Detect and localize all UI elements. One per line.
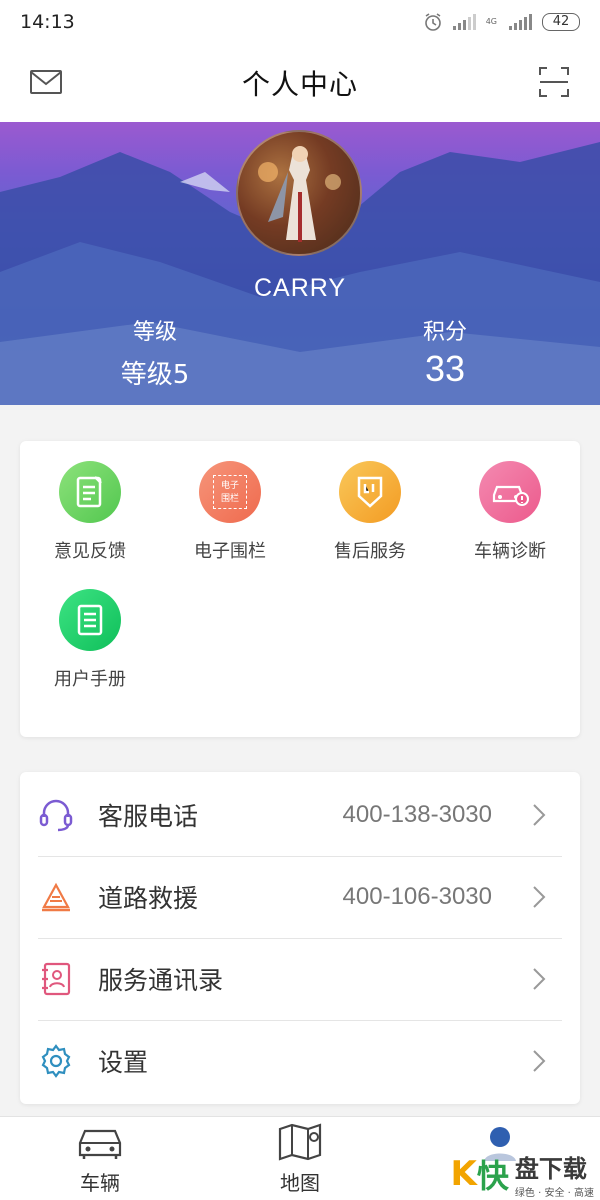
nav-map-label: 地图 — [280, 1171, 320, 1195]
status-bar: 14:13 4G 42 — [0, 0, 600, 44]
car-diagnosis-item[interactable]: 车辆诊断 — [440, 461, 580, 563]
username: CARRY — [253, 274, 347, 302]
watermark-sub: 绿色 · 安全 · 高速 — [514, 1188, 594, 1199]
settings-gear-icon — [41, 1044, 71, 1078]
battery-indicator: 42 — [542, 13, 580, 31]
manual-item[interactable]: 用户手册 — [20, 589, 160, 691]
road-rescue-icon — [42, 882, 70, 912]
customer-service-label: 客服电话 — [98, 802, 199, 831]
contacts-book-icon — [42, 962, 71, 996]
nav-map[interactable]: 地图 — [240, 1123, 360, 1196]
manual-label: 用户手册 — [54, 669, 126, 690]
points-value: 33 — [424, 348, 466, 389]
service-icon — [339, 461, 401, 523]
signal-icon-2 — [509, 14, 532, 30]
service-list: 客服电话 400-138-3030 道路救援 400-106-3030 服务通讯… — [20, 772, 580, 1104]
manual-icon — [59, 589, 121, 651]
feedback-icon — [59, 461, 121, 523]
alarm-icon — [424, 13, 441, 31]
watermark-logo-letter: K — [450, 1154, 477, 1194]
map-icon — [278, 1123, 322, 1161]
chevron-right-icon — [533, 804, 546, 826]
personal-center-page: 14:13 4G 42 个人中心 CARRY 等级 等级5 积分 33 意见反馈… — [0, 0, 600, 1200]
after-sales-item[interactable]: 售后服务 — [300, 461, 440, 563]
feature-grid: 意见反馈 电子 围栏 电子围栏 售后服务 车辆诊断 用户手册 — [20, 441, 580, 737]
road-rescue-phone: 400-106-3030 — [342, 883, 492, 910]
user-avatar[interactable] — [236, 130, 362, 256]
signal-icon — [452, 14, 476, 30]
nav-vehicle[interactable]: 车辆 — [40, 1123, 160, 1196]
level-value: 等级5 — [120, 360, 190, 390]
watermark-logo-char: 快 — [476, 1157, 509, 1195]
chevron-right-icon — [533, 886, 546, 908]
chevron-right-icon — [533, 1050, 546, 1072]
contacts-label: 服务通讯录 — [98, 966, 224, 995]
page-title: 个人中心 — [241, 68, 358, 101]
car-diagnosis-icon — [479, 461, 541, 523]
feedback-item[interactable]: 意见反馈 — [20, 461, 160, 563]
network-type: 4G — [485, 17, 497, 26]
fence-icon: 电子 围栏 — [199, 461, 261, 523]
settings-label: 设置 — [98, 1048, 149, 1077]
app-header: 个人中心 — [0, 44, 600, 122]
chevron-right-icon — [533, 968, 546, 990]
contacts-row[interactable]: 服务通讯录 — [20, 938, 580, 1020]
after-sales-label: 售后服务 — [334, 541, 406, 562]
profile-banner: CARRY 等级 等级5 积分 33 — [0, 122, 600, 405]
status-indicators: 4G 42 — [423, 12, 580, 32]
mail-icon[interactable] — [30, 70, 62, 94]
bottom-nav: 车辆 地图 K 快 盘下载 绿色 · 安全 · 高速 — [0, 1116, 600, 1200]
road-rescue-label: 道路救援 — [98, 884, 199, 913]
feedback-label: 意见反馈 — [54, 541, 126, 562]
status-time: 14:13 — [20, 11, 75, 33]
watermark: K 快 盘下载 绿色 · 安全 · 高速 — [451, 1149, 594, 1199]
level-label: 等级 — [132, 320, 177, 345]
car-diagnosis-label: 车辆诊断 — [474, 541, 546, 562]
car-icon — [78, 1129, 122, 1159]
road-rescue-row[interactable]: 道路救援 400-106-3030 — [20, 856, 580, 938]
fence-icon-text-top: 电子 — [220, 481, 239, 491]
headset-icon — [39, 799, 73, 832]
nav-vehicle-label: 车辆 — [80, 1171, 120, 1195]
watermark-main: 盘下载 — [514, 1155, 587, 1183]
customer-service-row[interactable]: 客服电话 400-138-3030 — [20, 774, 580, 856]
scan-icon[interactable] — [538, 66, 570, 98]
settings-row[interactable]: 设置 — [20, 1020, 580, 1102]
points-label: 积分 — [422, 320, 467, 345]
fence-label: 电子围栏 — [194, 541, 266, 562]
fence-item[interactable]: 电子 围栏 电子围栏 — [160, 461, 300, 563]
customer-service-phone: 400-138-3030 — [342, 801, 492, 828]
avatar-figure — [238, 132, 360, 254]
fence-icon-text-bottom: 围栏 — [220, 494, 239, 504]
